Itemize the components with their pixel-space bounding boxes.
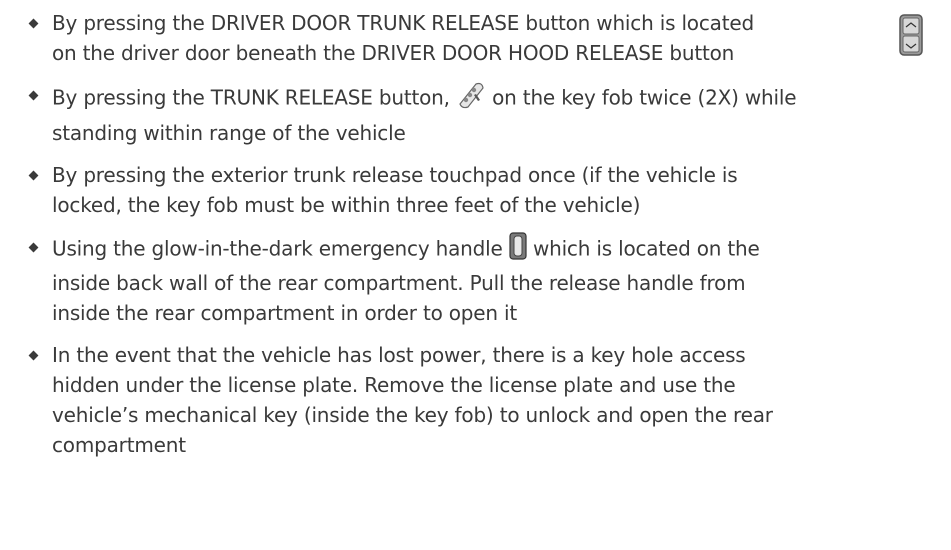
- bullet-1-line-1: By pressing the DRIVER DOOR TRUNK RELEAS…: [52, 11, 754, 35]
- bullet-4-text-before: Using the glow-in-the-dark emergency han…: [52, 236, 503, 261]
- bullet-5-line-3: vehicle’s mechanical key (inside the key…: [52, 403, 773, 427]
- bullet-4-line-3: inside the rear compartment in order to …: [52, 301, 518, 325]
- bullet-diamond-icon: [28, 350, 39, 361]
- bullet-diamond-icon: [28, 170, 39, 181]
- bullet-4-line-1: Using the glow-in-the-dark emergency han…: [52, 232, 943, 268]
- instruction-bullet-list: By pressing the DRIVER DOOR TRUNK RELEAS…: [28, 8, 943, 472]
- bullet-diamond-icon: [28, 242, 39, 253]
- key-fob-icon: [456, 80, 486, 118]
- bullet-exterior-touchpad: By pressing the exterior trunk release t…: [28, 160, 943, 220]
- bullet-4-text-after: which is located on the: [532, 236, 760, 261]
- bullet-4-line-2: inside back wall of the rear compartment…: [52, 271, 746, 295]
- bullet-1-line-2: on the driver door beneath the DRIVER DO…: [52, 41, 735, 65]
- bullet-3-line-1: By pressing the exterior trunk release t…: [52, 163, 738, 187]
- door-switch-icon: [899, 14, 923, 64]
- bullet-2-text-after: on the key fob twice (2X) while: [492, 85, 797, 110]
- bullet-2-text-before: By pressing the TRUNK RELEASE button,: [52, 85, 450, 110]
- bullet-diamond-icon: [28, 18, 39, 29]
- bullet-driver-door-release: By pressing the DRIVER DOOR TRUNK RELEAS…: [28, 8, 943, 68]
- bullet-5-line-1: In the event that the vehicle has lost p…: [52, 343, 746, 367]
- bullet-2-line-2: standing within range of the vehicle: [52, 121, 406, 145]
- bullet-5-line-4: compartment: [52, 433, 186, 457]
- bullet-lost-power-keyhole: In the event that the vehicle has lost p…: [28, 340, 943, 460]
- bullet-diamond-icon: [28, 90, 39, 101]
- bullet-emergency-handle: Using the glow-in-the-dark emergency han…: [28, 232, 943, 328]
- bullet-5-line-2: hidden under the license plate. Remove t…: [52, 373, 736, 397]
- bullet-3-line-2: locked, the key fob must be within three…: [52, 193, 641, 217]
- emergency-handle-icon: [509, 232, 527, 268]
- bullet-2-line-1: By pressing the TRUNK RELEASE button, on…: [52, 80, 943, 118]
- bullet-key-fob-release: By pressing the TRUNK RELEASE button, on…: [28, 80, 943, 148]
